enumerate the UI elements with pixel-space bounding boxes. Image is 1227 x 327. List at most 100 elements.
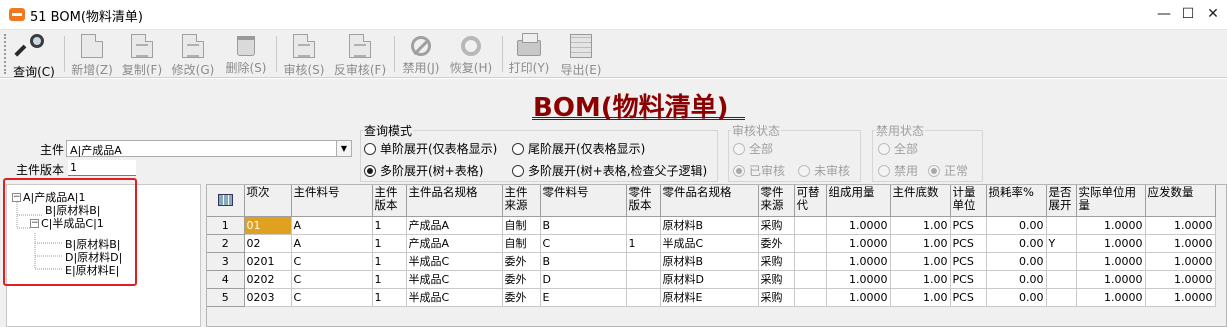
table-cell[interactable] (794, 270, 827, 289)
column-header[interactable]: 是否展开 (1046, 185, 1077, 217)
radio-multi-level-check[interactable]: 多阶展开(树+表格,检查父子逻辑) (512, 162, 707, 179)
table-cell[interactable]: 1.0000 (826, 234, 891, 253)
column-header[interactable]: 计量单位 (950, 185, 987, 217)
table-cell[interactable]: A (291, 216, 373, 235)
restore-button[interactable]: 恢复(H) (448, 30, 494, 78)
column-header[interactable]: 项次 (244, 185, 292, 217)
table-cell[interactable] (794, 216, 827, 235)
column-header[interactable]: 零件品名规格 (660, 185, 759, 217)
main-version-input[interactable]: 1 (68, 160, 136, 176)
table-cell[interactable]: 01 (244, 216, 292, 235)
table-cell[interactable]: 委外 (758, 234, 795, 253)
radio-audit-all[interactable]: 全部 (733, 140, 773, 157)
table-cell[interactable]: 1 (372, 216, 407, 235)
table-cell[interactable]: 1 (626, 234, 661, 253)
radio-multi-level[interactable]: 多阶展开(树+表格) (364, 162, 483, 179)
table-cell[interactable]: 原材料B (660, 252, 759, 271)
column-header[interactable]: 主件料号 (291, 185, 373, 217)
collapse-icon[interactable]: − (12, 192, 21, 202)
row-number[interactable]: 2 (207, 234, 245, 253)
table-cell[interactable]: B (540, 252, 627, 271)
table-cell[interactable]: 采购 (758, 288, 795, 307)
row-number[interactable]: 4 (207, 270, 245, 289)
table-cell[interactable]: 1.0000 (826, 252, 891, 271)
table-cell[interactable]: C (540, 234, 627, 253)
table-cell[interactable]: 1.0000 (1145, 216, 1216, 235)
column-header[interactable]: 主件底数 (890, 185, 951, 217)
radio-audit-approved[interactable]: 已审核 (733, 162, 785, 179)
table-cell[interactable]: 0.00 (986, 288, 1047, 307)
delete-button[interactable]: 删除(S) (223, 30, 269, 78)
column-header[interactable]: 主件来源 (502, 185, 541, 217)
table-cell[interactable]: PCS (950, 216, 987, 235)
table-cell[interactable]: 产成品A (406, 216, 503, 235)
radio-audit-unapproved[interactable]: 未审核 (798, 162, 850, 179)
close-button[interactable]: ✕ (1199, 4, 1227, 24)
copy-button[interactable]: 复制(F) (119, 30, 165, 78)
radio-normal[interactable]: 正常 (928, 162, 968, 179)
main-item-select[interactable]: A|产成品A ▼ (66, 140, 352, 157)
table-cell[interactable]: 1.0000 (1076, 252, 1146, 271)
table-cell[interactable]: 1.0000 (1145, 270, 1216, 289)
table-cell[interactable]: PCS (950, 252, 987, 271)
table-cell[interactable]: E (540, 288, 627, 307)
column-header[interactable]: 零件来源 (758, 185, 795, 217)
radio-single-level[interactable]: 单阶展开(仅表格显示) (364, 140, 497, 157)
table-cell[interactable] (1046, 216, 1077, 235)
table-cell[interactable]: 1 (372, 288, 407, 307)
table-cell[interactable]: A (291, 234, 373, 253)
new-button[interactable]: 新增(Z) (69, 30, 115, 78)
table-cell[interactable]: 1.00 (890, 288, 951, 307)
row-number[interactable]: 3 (207, 252, 245, 271)
table-row[interactable]: 3 0201 C 1 半成品C 委外 B 原材料B 采购 1.0000 1.00 PCS 0.00 1.0… (207, 252, 1216, 271)
table-cell[interactable]: 1.00 (890, 216, 951, 235)
table-cell[interactable]: 1.0000 (1076, 270, 1146, 289)
column-header[interactable]: 零件料号 (540, 185, 627, 217)
table-cell[interactable]: 1.00 (890, 234, 951, 253)
table-cell[interactable]: 0.00 (986, 252, 1047, 271)
table-cell[interactable]: 1.00 (890, 270, 951, 289)
bom-grid[interactable]: 项次 主件料号 主件版本 主件品名规格 主件来源 零件料号 零件版本 零件品名规… (206, 184, 1227, 327)
table-cell[interactable] (626, 252, 661, 271)
table-cell[interactable]: 1.0000 (826, 216, 891, 235)
table-row[interactable]: 1 01 A 1 产成品A 自制 B 原材料B 采购 1.0000 1.00 PCS 0.00 1.000… (207, 216, 1216, 235)
table-cell[interactable]: 委外 (502, 252, 541, 271)
table-cell[interactable]: C (291, 270, 373, 289)
table-cell[interactable]: D (540, 270, 627, 289)
row-number[interactable]: 1 (207, 216, 245, 235)
table-cell[interactable]: 1.0000 (1145, 252, 1216, 271)
disable-button[interactable]: 禁用(J) (398, 30, 444, 78)
table-cell[interactable]: 采购 (758, 216, 795, 235)
column-header[interactable]: 主件品名规格 (406, 185, 503, 217)
table-cell[interactable]: 0.00 (986, 270, 1047, 289)
radio-disabled[interactable]: 禁用 (878, 162, 918, 179)
export-button[interactable]: 导出(E) (558, 30, 604, 78)
table-cell[interactable]: 0.00 (986, 216, 1047, 235)
edit-button[interactable]: 修改(G) (170, 30, 216, 78)
table-cell[interactable]: 原材料E (660, 288, 759, 307)
query-button[interactable]: 查询(C) (10, 30, 58, 79)
table-cell[interactable] (794, 288, 827, 307)
table-cell[interactable]: B (540, 216, 627, 235)
table-cell[interactable]: 委外 (502, 288, 541, 307)
collapse-icon[interactable]: − (30, 218, 39, 228)
table-cell[interactable] (626, 216, 661, 235)
table-cell[interactable]: 半成品C (406, 270, 503, 289)
table-cell[interactable]: 自制 (502, 216, 541, 235)
table-cell[interactable]: Y (1046, 234, 1077, 253)
table-cell[interactable]: 1.0000 (1076, 288, 1146, 307)
print-button[interactable]: 打印(Y) (506, 30, 552, 78)
table-cell[interactable]: 1 (372, 252, 407, 271)
radio-last-level[interactable]: 尾阶展开(仅表格显示) (512, 140, 645, 157)
table-row[interactable]: 5 0203 C 1 半成品C 委外 E 原材料E 采购 1.0000 1.00 PCS 0.00 1.0… (207, 288, 1216, 307)
table-cell[interactable]: 委外 (502, 270, 541, 289)
chevron-down-icon[interactable]: ▼ (336, 141, 351, 156)
table-cell[interactable] (626, 270, 661, 289)
column-header[interactable]: 组成用量 (826, 185, 891, 217)
toolbar-grip[interactable] (4, 34, 6, 74)
table-cell[interactable]: 1 (372, 270, 407, 289)
table-cell[interactable]: 采购 (758, 252, 795, 271)
column-header[interactable]: 主件版本 (372, 185, 407, 217)
table-row[interactable]: 4 0202 C 1 半成品C 委外 D 原材料D 采购 1.0000 1.00 PCS 0.00 1.0… (207, 270, 1216, 289)
table-cell[interactable] (626, 288, 661, 307)
